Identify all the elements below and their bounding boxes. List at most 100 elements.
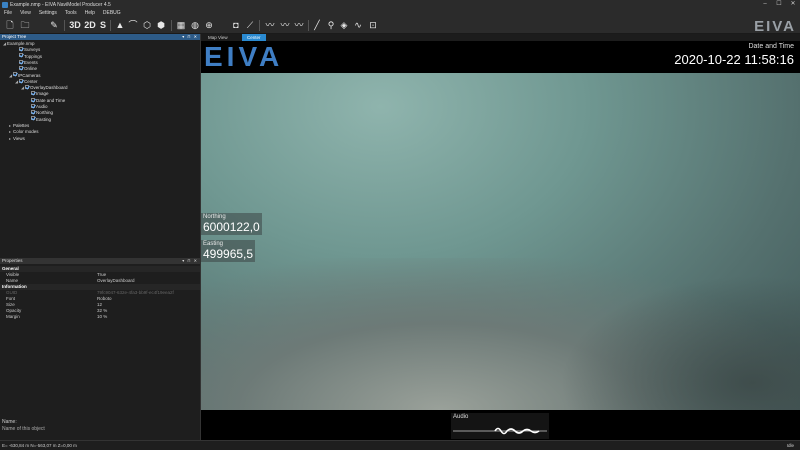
northing-value: 6000122,0: [203, 220, 260, 234]
status-state: Idle: [786, 443, 794, 448]
camera-view[interactable]: EIVA Date and Time 2020-10-22 11:58:16 N…: [201, 41, 800, 440]
tree-checkbox[interactable]: [13, 72, 17, 77]
profile-icon[interactable]: 〰: [263, 19, 277, 32]
tree-item[interactable]: Events: [15, 59, 38, 66]
tab-map-view[interactable]: Map View: [203, 34, 233, 41]
profile2-icon[interactable]: 〰: [278, 19, 292, 32]
menu-view[interactable]: View: [20, 10, 31, 16]
tab-center[interactable]: Center: [242, 34, 266, 41]
tree-item-label: IPCameras: [18, 72, 41, 78]
panel-pin-close-icons[interactable]: ▾ ⊓ ✕: [182, 258, 198, 264]
arrow-up-icon[interactable]: ▲: [114, 19, 126, 32]
s-button[interactable]: S: [98, 19, 108, 32]
tree-checkbox[interactable]: [31, 103, 35, 108]
globe-icon[interactable]: ◍: [189, 19, 201, 32]
tree-item-label: Views: [13, 135, 25, 141]
menu-file[interactable]: File: [4, 10, 12, 16]
property-value[interactable]: 10 %: [97, 314, 107, 320]
toolbar-separator: [308, 20, 309, 31]
property-row[interactable]: Margin 10 %: [0, 314, 200, 320]
cube-icon[interactable]: ⬡: [141, 19, 153, 32]
tree-item-label: Surveys: [24, 47, 41, 53]
shield-icon[interactable]: ◈: [338, 19, 350, 32]
window-title: Example.nmp - EIVA NaviModel Producer 4.…: [10, 1, 111, 8]
tree-checkbox[interactable]: [31, 110, 35, 115]
2d-button[interactable]: 2D: [83, 19, 97, 32]
properties-title: Properties: [2, 258, 23, 263]
tree-item[interactable]: Online: [15, 66, 37, 72]
globe-alt-icon[interactable]: ⊕: [203, 19, 215, 32]
curve-icon[interactable]: ∿: [352, 19, 364, 32]
ruler-icon[interactable]: ⟋: [244, 19, 256, 32]
tree-item-label: Date and Time: [36, 97, 66, 103]
help-text: Name of this object: [2, 426, 45, 432]
tree-item[interactable]: ◢ Center: [15, 78, 38, 85]
properties-header: Properties ▾ ⊓ ✕: [0, 258, 200, 264]
menu-help[interactable]: Help: [85, 10, 95, 16]
minimize-button[interactable]: –: [758, 0, 772, 9]
tree-item-label: Image: [36, 91, 49, 97]
chart-icon[interactable]: ⊡: [367, 19, 379, 32]
menu-tools[interactable]: Tools: [65, 10, 77, 16]
tree-item[interactable]: Audio: [27, 103, 48, 110]
tree-checkbox[interactable]: [19, 47, 23, 52]
tree-checkbox[interactable]: [19, 78, 23, 83]
tree-item-label: Northing: [36, 110, 54, 116]
tree-item-label: Audio: [36, 104, 48, 109]
camera-icon[interactable]: ◘: [230, 19, 242, 32]
pin-icon[interactable]: ✎: [47, 19, 61, 32]
profile3-icon[interactable]: 〰: [292, 19, 306, 32]
audio-waveform: [453, 427, 547, 435]
toolbar-separator: [64, 20, 65, 31]
project-tree-title: Project Tree: [2, 34, 27, 39]
northing-overlay: Northing 6000122,0: [201, 213, 262, 235]
tree-checkbox[interactable]: [31, 116, 35, 121]
document-tabs: Map View Center: [201, 34, 800, 41]
3d-button[interactable]: 3D: [68, 19, 82, 32]
tree-checkbox[interactable]: [19, 66, 23, 70]
new-file-icon[interactable]: 🗋: [4, 19, 16, 32]
tree-item-label: Easting: [36, 116, 52, 122]
tree-item[interactable]: ▸ Color modes: [9, 129, 39, 135]
panel-pin-close-icons[interactable]: ▾ ⊓ ✕: [182, 34, 198, 40]
overlay-logo: EIVA: [204, 41, 284, 72]
toolbar-separator: [171, 20, 172, 31]
tree-item[interactable]: Toppings: [15, 53, 42, 60]
line-icon[interactable]: ╱: [311, 19, 323, 32]
open-icon[interactable]: 🗀: [19, 19, 31, 32]
tree-item-label: Online: [24, 66, 38, 72]
tree-item-label: Palettes: [13, 122, 30, 128]
tree-item[interactable]: ▸ Palettes: [9, 123, 29, 129]
menu-settings[interactable]: Settings: [39, 10, 57, 16]
tree-item[interactable]: Northing: [27, 110, 53, 116]
tree-item[interactable]: Surveys: [15, 47, 40, 53]
close-button[interactable]: ✕: [786, 0, 800, 9]
tree-item-label: Color modes: [13, 129, 39, 135]
project-tree-header: Project Tree ▾ ⊓ ✕: [0, 34, 200, 40]
status-bar: E= -630,84 m N=-563,07 m Z=0,00 m Idle: [0, 440, 800, 450]
audio-label: Audio: [453, 414, 469, 420]
tree-item[interactable]: ◢ IPCameras: [9, 72, 41, 79]
toolbar-separator: [259, 20, 260, 31]
menu-debug[interactable]: DEBUG: [103, 10, 121, 16]
tree-checkbox[interactable]: [25, 84, 29, 89]
help-title: Name:: [2, 419, 17, 425]
layers-icon[interactable]: ⬢: [155, 19, 167, 32]
tree-checkbox[interactable]: [19, 59, 23, 64]
grid-icon[interactable]: ▦: [175, 19, 187, 32]
marker-icon[interactable]: ⚲: [325, 19, 337, 32]
tree-item[interactable]: ◢ OverlayDashboard: [21, 84, 68, 91]
audio-widget: Audio: [451, 413, 549, 439]
tree-checkbox[interactable]: [31, 97, 35, 102]
tree-checkbox[interactable]: [31, 91, 35, 96]
tree-item[interactable]: Image: [27, 91, 49, 97]
tree-checkbox[interactable]: [19, 53, 23, 58]
tree-item[interactable]: Easting: [27, 116, 52, 123]
tree-item[interactable]: ▸ Views: [9, 136, 25, 142]
tree-item-label: Example.nmp: [7, 41, 35, 46]
menu-bar: File View Settings Tools Help DEBUG: [0, 9, 800, 17]
tree-item[interactable]: ◢Example.nmp: [3, 41, 35, 47]
tree-item-label: OverlayDashboard: [30, 85, 68, 91]
maximize-button[interactable]: ☐: [772, 0, 786, 9]
sweep-icon[interactable]: ⌒: [127, 19, 139, 32]
